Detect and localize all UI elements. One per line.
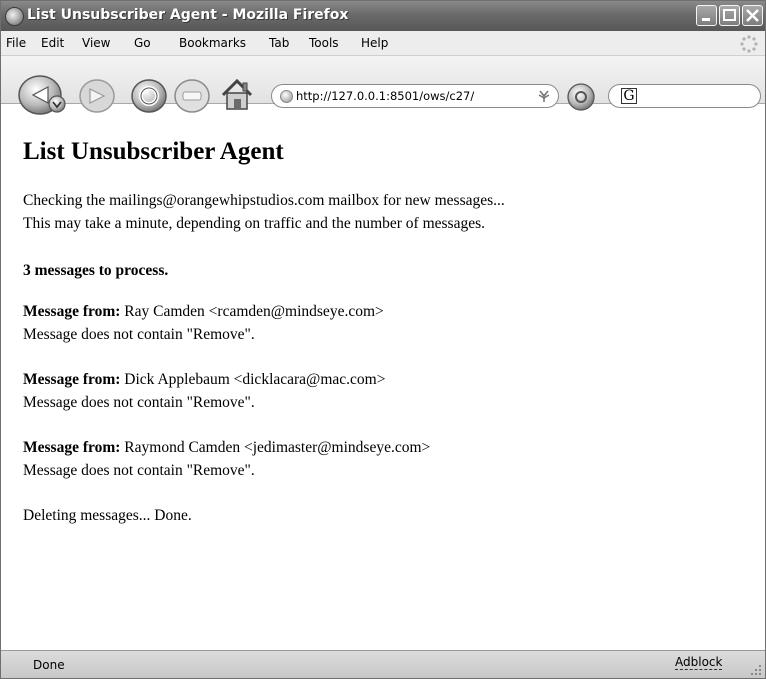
feed-icon[interactable] [536,88,552,104]
menu-help[interactable]: Help [361,36,388,50]
deleting-status: Deleting messages... Done. [23,507,192,524]
stop-button[interactable] [173,77,213,115]
url-bar[interactable]: http://127.0.0.1:8501/ows/c27/ [271,84,559,108]
search-bar[interactable]: G [608,84,761,108]
message-1-from: Message from: Ray Camden <rcamden@mindse… [23,303,384,321]
status-text: Done [33,658,65,672]
adblock-button[interactable]: Adblock [675,655,723,670]
close-icon [746,9,759,22]
close-button[interactable] [742,5,763,26]
resize-grip-icon[interactable] [750,664,762,676]
page-content: List Unsubscriber Agent Checking the mai… [1,121,765,651]
site-icon [280,90,293,103]
minimize-icon [702,18,710,21]
title-bar: List Unsubscriber Agent - Mozilla Firefo… [1,1,765,31]
message-2-result: Message does not contain "Remove". [23,394,255,411]
menu-tab[interactable]: Tab [269,36,289,50]
message-3-result: Message does not contain "Remove". [23,462,255,479]
intro-line-1: Checking the mailings@orangewhipstudios.… [23,192,505,209]
message-count: 3 messages to process. [23,262,168,280]
menu-bar: File Edit View Go Bookmarks Tab Tools He… [1,31,765,56]
status-bar: Done Adblock [1,650,765,678]
stop-icon [182,91,202,101]
page-title: List Unsubscriber Agent [23,138,284,165]
url-text[interactable]: http://127.0.0.1:8501/ows/c27/ [296,89,522,103]
message-1-result: Message does not contain "Remove". [23,326,255,343]
go-button[interactable] [566,82,596,112]
forward-button[interactable] [78,77,118,115]
menu-bookmarks[interactable]: Bookmarks [179,36,246,50]
back-button[interactable] [17,74,73,116]
message-3-from: Message from: Raymond Camden <jedimaster… [23,439,430,457]
message-count-text: 3 messages to process. [23,262,169,279]
menu-file[interactable]: File [6,36,26,50]
menu-edit[interactable]: Edit [41,36,64,50]
throbber-icon [740,35,758,53]
maximize-button[interactable] [719,5,740,26]
home-button[interactable] [217,75,257,115]
minimize-button[interactable] [696,5,717,26]
menu-tools[interactable]: Tools [309,36,339,50]
maximize-icon [723,9,736,21]
menu-view[interactable]: View [82,36,110,50]
message-2-from: Message from: Dick Applebaum <dicklacara… [23,371,385,389]
message-from-label: Message from: [23,439,121,456]
reload-button[interactable] [129,77,169,115]
firefox-icon [5,7,24,26]
search-engine-icon[interactable]: G [621,88,637,104]
intro-line-2: This may take a minute, depending on tra… [23,215,485,232]
message-from-label: Message from: [23,371,121,388]
home-icon [221,78,253,110]
message-sender: Raymond Camden <jedimaster@mindseye.com> [124,439,431,456]
message-from-label: Message from: [23,303,121,320]
browser-window: List Unsubscriber Agent - Mozilla Firefo… [0,0,766,679]
menu-go[interactable]: Go [134,36,151,50]
message-sender: Dick Applebaum <dicklacara@mac.com> [124,371,386,388]
window-title: List Unsubscriber Agent - Mozilla Firefo… [27,7,349,23]
message-sender: Ray Camden <rcamden@mindseye.com> [124,303,384,320]
